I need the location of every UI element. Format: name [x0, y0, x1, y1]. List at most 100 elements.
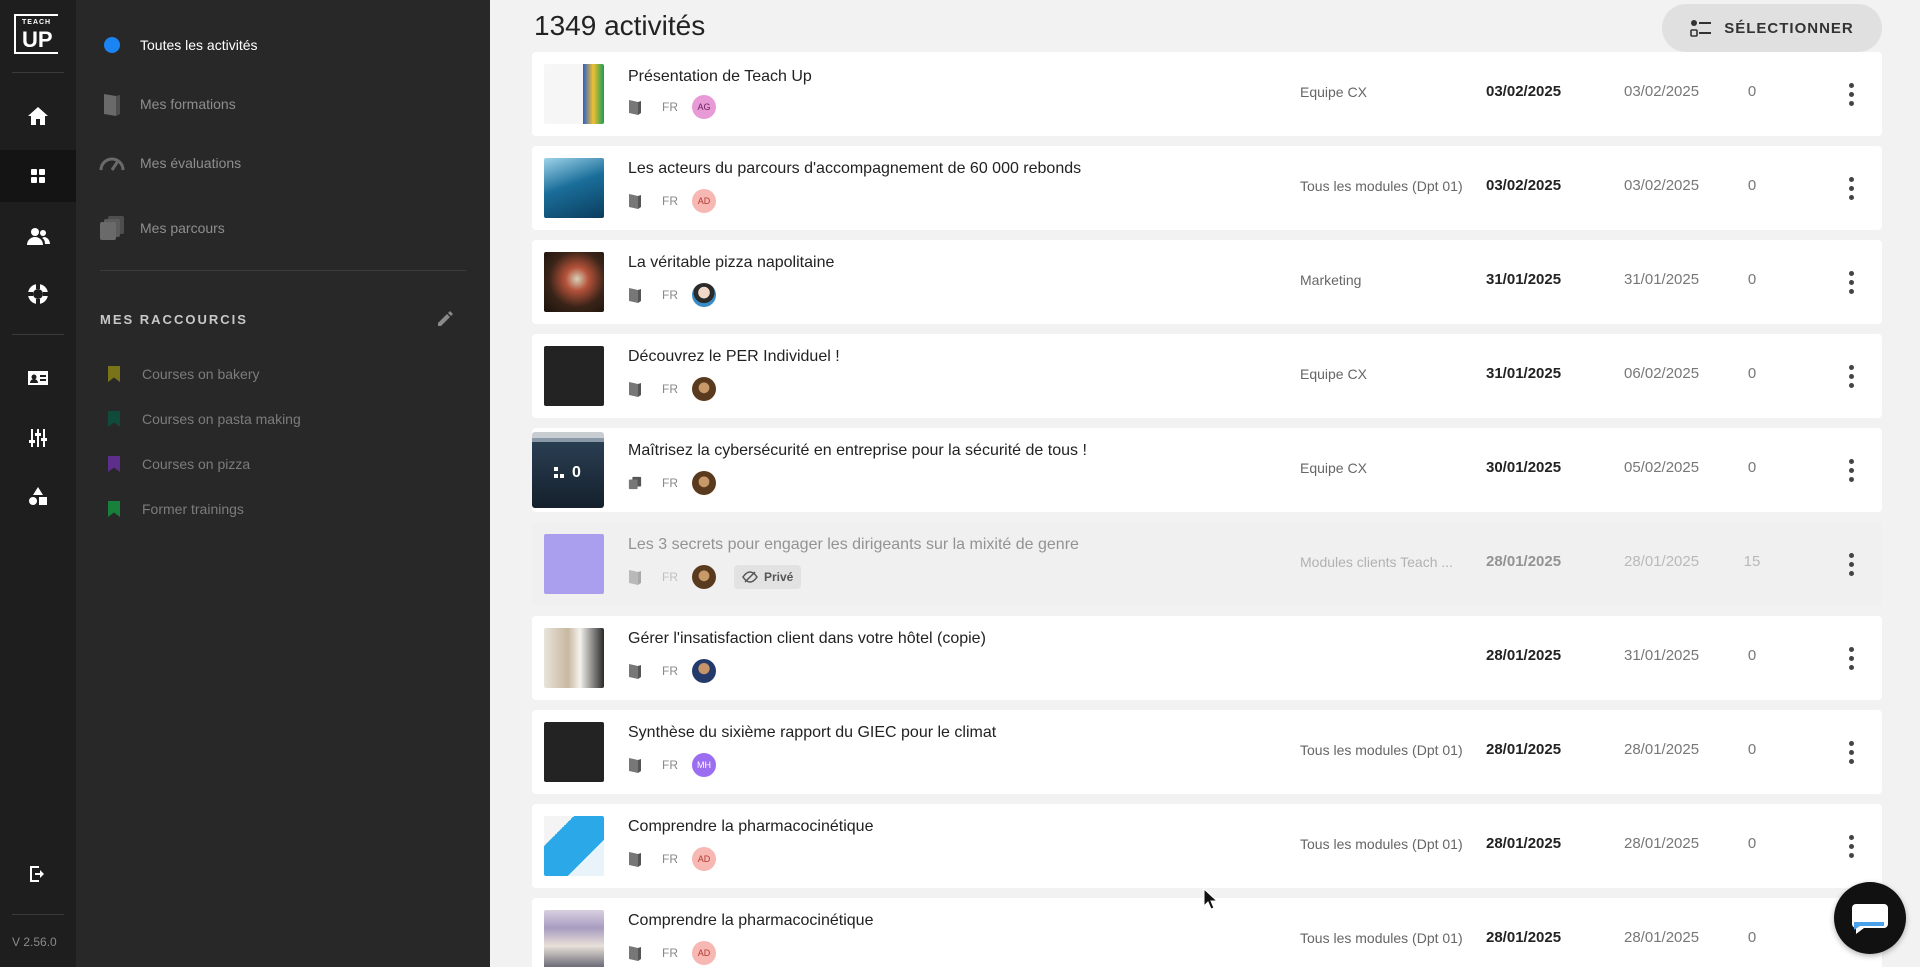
lifebuoy-icon[interactable] — [0, 268, 76, 320]
avatar — [692, 659, 716, 683]
users-icon[interactable] — [0, 210, 76, 262]
activity-count: 0 — [1747, 271, 1757, 288]
language-label: FR — [662, 758, 678, 772]
home-icon[interactable] — [0, 90, 76, 142]
book-icon — [629, 852, 641, 867]
activity-title[interactable]: Synthèse du sixième rapport du GIEC pour… — [628, 724, 996, 742]
activity-created-date: 28/01/2025 — [1486, 741, 1562, 758]
more-options-icon[interactable] — [1836, 264, 1866, 300]
activity-team: Equipe CX — [1300, 460, 1367, 476]
menu-sidebar: Toutes les activités Mes formations Mes … — [76, 0, 490, 967]
activity-thumbnail — [544, 346, 604, 406]
activity-thumbnail — [544, 722, 604, 782]
activity-row[interactable]: Synthèse du sixième rapport du GIEC pour… — [532, 710, 1882, 794]
activity-created-date: 28/01/2025 — [1486, 835, 1562, 852]
chat-support-button[interactable] — [1834, 882, 1906, 954]
pencil-icon[interactable] — [436, 310, 454, 333]
shortcut-item[interactable]: Courses on pizza — [108, 450, 250, 478]
activity-row[interactable]: La véritable pizza napolitaine FR Market… — [532, 240, 1882, 324]
activity-title[interactable]: Les acteurs du parcours d'accompagnement… — [628, 160, 1081, 178]
activity-row[interactable]: 0 Maîtrisez la cybersécurité en entrepri… — [532, 428, 1882, 512]
avatar — [692, 377, 716, 401]
language-label: FR — [662, 852, 678, 866]
activity-thumbnail: 0 — [532, 432, 604, 508]
sliders-icon[interactable] — [0, 412, 76, 464]
activity-title[interactable]: Maîtrisez la cybersécurité en entreprise… — [628, 442, 1087, 460]
logo-top-text: TEACH — [22, 19, 52, 26]
rail-divider — [12, 334, 64, 335]
activity-title[interactable]: Présentation de Teach Up — [628, 68, 812, 86]
more-options-icon[interactable] — [1836, 170, 1866, 206]
more-options-icon[interactable] — [1836, 640, 1866, 676]
avatar — [692, 283, 716, 307]
book-icon — [629, 758, 641, 773]
activity-title[interactable]: Comprendre la pharmacocinétique — [628, 912, 873, 930]
shortcut-label: Courses on pizza — [142, 456, 251, 472]
id-card-icon[interactable] — [0, 352, 76, 404]
activity-title[interactable]: Comprendre la pharmacocinétique — [628, 818, 873, 836]
menu-item-my-evaluations[interactable]: Mes évaluations — [98, 143, 241, 183]
language-label: FR — [662, 194, 678, 208]
activity-row[interactable]: Présentation de Teach Up FR AG Equipe CX… — [532, 52, 1882, 136]
activity-created-date: 31/01/2025 — [1486, 271, 1562, 288]
language-label: FR — [662, 476, 678, 490]
more-options-icon[interactable] — [1836, 452, 1866, 488]
stack-icon — [98, 215, 126, 241]
activity-meta: FR Privé — [628, 564, 802, 590]
logout-icon[interactable] — [0, 848, 76, 900]
book-icon — [629, 288, 641, 303]
language-label: FR — [662, 946, 678, 960]
more-options-icon[interactable] — [1836, 828, 1866, 864]
activity-meta: FR — [628, 658, 716, 684]
activity-updated-date: 03/02/2025 — [1624, 83, 1700, 100]
activity-title[interactable]: Découvrez le PER Individuel ! — [628, 348, 840, 366]
activity-thumbnail — [544, 816, 604, 876]
teachup-logo[interactable]: TEACH UP — [14, 14, 58, 54]
shortcuts-title: MES RACCOURCIS — [100, 312, 248, 327]
activity-row[interactable]: Gérer l'insatisfaction client dans votre… — [532, 616, 1882, 700]
chat-bubble-icon — [1852, 904, 1888, 934]
activity-row[interactable]: Découvrez le PER Individuel ! FR Equipe … — [532, 334, 1882, 418]
menu-item-all-activities[interactable]: Toutes les activités — [98, 25, 258, 65]
select-button[interactable]: SÉLECTIONNER — [1662, 4, 1882, 52]
activity-team: Modules clients Teach ... — [1300, 554, 1454, 570]
avatar: AD — [692, 847, 716, 871]
list-select-icon — [1690, 20, 1712, 37]
shortcut-item[interactable]: Former trainings — [108, 495, 244, 523]
book-icon — [629, 570, 641, 585]
activity-row[interactable]: Les 3 secrets pour engager les dirigeant… — [532, 522, 1882, 606]
icon-rail: TEACH UP V 2.56.0 — [0, 0, 76, 967]
activity-title[interactable]: La véritable pizza napolitaine — [628, 254, 834, 272]
more-options-icon[interactable] — [1836, 546, 1866, 582]
activity-thumbnail — [544, 910, 604, 967]
menu-item-my-paths[interactable]: Mes parcours — [98, 208, 225, 248]
grid-icon[interactable] — [0, 150, 76, 202]
rail-divider — [12, 72, 64, 73]
eye-off-icon — [742, 571, 758, 583]
language-label: FR — [662, 570, 678, 584]
more-options-icon[interactable] — [1836, 76, 1866, 112]
activity-row[interactable]: Les acteurs du parcours d'accompagnement… — [532, 146, 1882, 230]
shortcut-label: Courses on bakery — [142, 366, 260, 382]
menu-item-label: Mes formations — [140, 96, 236, 112]
activity-thumbnail — [544, 158, 604, 218]
activity-title[interactable]: Les 3 secrets pour engager les dirigeant… — [628, 536, 1079, 554]
activity-count: 0 — [1747, 83, 1757, 100]
activity-thumbnail — [544, 252, 604, 312]
language-label: FR — [662, 664, 678, 678]
shapes-icon[interactable] — [0, 470, 76, 522]
shortcut-item[interactable]: Courses on pasta making — [108, 405, 301, 433]
more-options-icon[interactable] — [1836, 734, 1866, 770]
activity-row[interactable]: Comprendre la pharmacocinétique FR AD To… — [532, 804, 1882, 888]
activity-count: 0 — [1747, 177, 1757, 194]
language-label: FR — [662, 100, 678, 114]
menu-item-my-trainings[interactable]: Mes formations — [98, 84, 236, 124]
activity-team: Tous les modules (Dpt 01) — [1300, 836, 1463, 852]
book-icon — [629, 194, 641, 209]
more-options-icon[interactable] — [1836, 358, 1866, 394]
shortcut-item[interactable]: Courses on bakery — [108, 360, 260, 388]
activity-title[interactable]: Gérer l'insatisfaction client dans votre… — [628, 630, 986, 648]
activity-updated-date: 31/01/2025 — [1624, 647, 1700, 664]
shortcut-label: Courses on pasta making — [142, 411, 301, 427]
private-badge: Privé — [734, 565, 802, 589]
